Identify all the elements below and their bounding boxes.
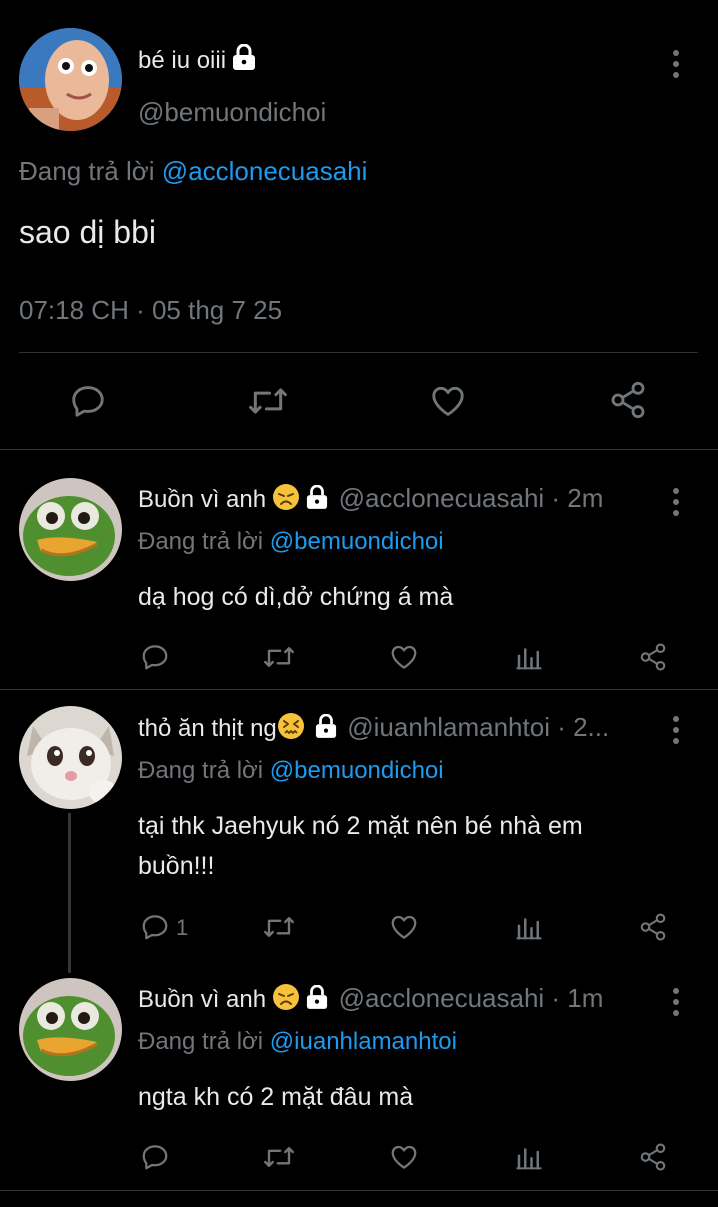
- replying-to-link[interactable]: @bemuondichoi: [270, 757, 444, 784]
- confounded-face-icon: [277, 712, 305, 745]
- retweet-icon[interactable]: [262, 912, 296, 942]
- replying-prefix: Đang trả lời: [138, 1028, 264, 1055]
- replying-to-line: Đang trả lời @bemuondichoi: [138, 528, 444, 556]
- reply-avatar[interactable]: [19, 478, 122, 581]
- more-options-icon[interactable]: [673, 488, 681, 521]
- like-icon[interactable]: [388, 1142, 420, 1172]
- views-icon[interactable]: [514, 642, 544, 672]
- like-icon[interactable]: [388, 642, 420, 672]
- lock-icon: [315, 713, 337, 743]
- reply-author-name[interactable]: Buồn vì anh: [138, 486, 266, 513]
- lock-icon: [306, 484, 328, 514]
- reply-icon[interactable]: [140, 912, 170, 942]
- like-icon[interactable]: [428, 382, 468, 420]
- author-name-text: bé iu oiii: [138, 47, 227, 74]
- reply-avatar[interactable]: [19, 978, 122, 1081]
- share-icon[interactable]: [638, 642, 668, 672]
- section-divider: [0, 1190, 718, 1191]
- thread-line: [68, 813, 71, 973]
- reply-icon[interactable]: [140, 1142, 170, 1172]
- share-icon[interactable]: [638, 912, 668, 942]
- replying-to-link[interactable]: @iuanhlamanhtoi: [270, 1028, 457, 1055]
- lock-icon: [306, 984, 328, 1014]
- reply-text: ngta kh có 2 mặt đâu mà: [138, 1083, 414, 1111]
- section-divider: [0, 689, 718, 690]
- reply-count: 1: [176, 915, 189, 940]
- replying-to-line: Đang trả lời @acclonecuasahi: [19, 156, 367, 187]
- author-handle[interactable]: @bemuondichoi: [138, 97, 326, 128]
- more-options-icon[interactable]: [673, 50, 681, 83]
- replying-to-link[interactable]: @acclonecuasahi: [162, 156, 368, 186]
- replying-prefix: Đang trả lời: [19, 156, 155, 186]
- section-divider: [0, 449, 718, 450]
- replying-to-line: Đang trả lời @bemuondichoi: [138, 757, 444, 785]
- disappointed-face-icon: [272, 983, 300, 1016]
- replying-prefix: Đang trả lời: [138, 528, 264, 555]
- replying-to-link[interactable]: @bemuondichoi: [270, 528, 444, 555]
- reply-handle-time[interactable]: @iuanhlamanhtoi · 2...: [347, 712, 609, 742]
- reply-header: thỏ ăn thịt ng @iuanhlamanhtoi · 2...: [138, 712, 609, 745]
- reply-text: dạ hog có dì,dở chứng á mà: [138, 583, 454, 611]
- lock-icon: [232, 43, 256, 77]
- views-icon[interactable]: [514, 1142, 544, 1172]
- retweet-icon[interactable]: [262, 642, 296, 672]
- like-icon[interactable]: [388, 912, 420, 942]
- retweet-icon[interactable]: [247, 382, 289, 420]
- views-icon[interactable]: [514, 912, 544, 942]
- more-options-icon[interactable]: [673, 716, 681, 749]
- reply-author-name[interactable]: Buồn vì anh: [138, 986, 266, 1013]
- tweet-text: sao dị bbi: [19, 214, 156, 250]
- more-options-icon[interactable]: [673, 988, 681, 1021]
- reply-handle-time[interactable]: @acclonecuasahi · 2m: [339, 483, 604, 513]
- share-icon[interactable]: [608, 380, 648, 420]
- author-name[interactable]: bé iu oiii: [138, 43, 256, 77]
- reply-avatar[interactable]: [19, 706, 122, 809]
- reply-text-line2: buồn!!!: [138, 852, 215, 880]
- reply-handle-time[interactable]: @acclonecuasahi · 1m: [339, 983, 604, 1013]
- replying-prefix: Đang trả lời: [138, 757, 264, 784]
- reply-header: Buồn vì anh @acclonecuasahi · 1m: [138, 983, 603, 1016]
- replying-to-line: Đang trả lời @iuanhlamanhtoi: [138, 1028, 457, 1056]
- reply-author-name[interactable]: thỏ ăn thịt ng: [138, 715, 277, 742]
- retweet-icon[interactable]: [262, 1142, 296, 1172]
- reply-text-line1: tại thk Jaehyuk nó 2 mặt nên bé nhà em: [138, 812, 583, 840]
- disappointed-face-icon: [272, 483, 300, 516]
- reply-header: Buồn vì anh @acclonecuasahi · 2m: [138, 483, 603, 516]
- reply-icon[interactable]: [69, 382, 107, 420]
- stats-divider: [19, 352, 698, 353]
- share-icon[interactable]: [638, 1142, 668, 1172]
- reply-icon[interactable]: [140, 642, 170, 672]
- author-avatar[interactable]: [19, 28, 122, 131]
- tweet-timestamp[interactable]: 07:18 CH · 05 thg 7 25: [19, 295, 282, 326]
